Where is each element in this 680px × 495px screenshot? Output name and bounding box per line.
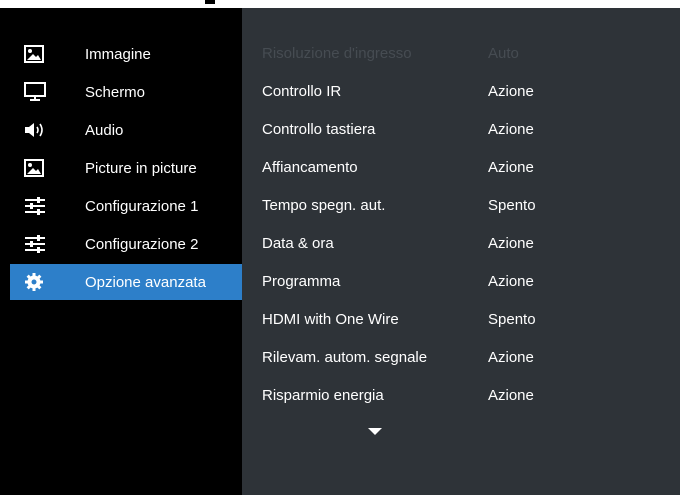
- picture-icon: [24, 45, 54, 63]
- gear-icon: [24, 272, 54, 292]
- setting-label: Affiancamento: [262, 158, 358, 176]
- sidebar-item-opzione-avanzata[interactable]: Opzione avanzata: [10, 264, 242, 300]
- setting-label: Programma: [262, 272, 341, 290]
- setting-row-risoluzione-ingresso: Risoluzione d'ingresso Auto: [262, 38, 672, 68]
- setting-row-controllo-ir[interactable]: Controllo IR Azione: [262, 76, 672, 106]
- sidebar-item-label: Schermo: [85, 83, 146, 101]
- chevron-down-icon[interactable]: [368, 428, 382, 435]
- setting-value: Azione: [488, 272, 534, 290]
- setting-value: Azione: [488, 348, 534, 366]
- setting-row-risparmio-energia[interactable]: Risparmio energia Azione: [262, 380, 672, 410]
- setting-label: Data & ora: [262, 234, 334, 252]
- setting-row-controllo-tastiera[interactable]: Controllo tastiera Azione: [262, 114, 672, 144]
- sidebar-item-label: Opzione avanzata: [85, 273, 206, 291]
- sidebar-item-picture-in-picture[interactable]: Picture in picture: [10, 150, 242, 186]
- setting-value: Azione: [488, 386, 534, 404]
- monitor-icon: [24, 82, 54, 102]
- sidebar-item-audio[interactable]: Audio: [10, 112, 242, 148]
- sidebar-item-configurazione-1[interactable]: Configurazione 1: [10, 188, 242, 224]
- setting-value: Azione: [488, 234, 534, 252]
- setting-row-hdmi-one-wire[interactable]: HDMI with One Wire Spento: [262, 304, 672, 334]
- settings-panel: Risoluzione d'ingresso Auto Controllo IR…: [242, 8, 680, 495]
- setting-row-tempo-spegn-aut[interactable]: Tempo spegn. aut. Spento: [262, 190, 672, 220]
- sidebar-item-configurazione-2[interactable]: Configurazione 2: [10, 226, 242, 262]
- sliders-icon: [24, 235, 54, 253]
- osd-menu: Immagine Schermo Audio Picture in pictur…: [0, 8, 680, 495]
- setting-value: Azione: [488, 82, 534, 100]
- setting-label: Rilevam. autom. segnale: [262, 348, 428, 366]
- setting-value: Azione: [488, 158, 534, 176]
- sidebar-item-immagine[interactable]: Immagine: [10, 36, 242, 72]
- category-sidebar: Immagine Schermo Audio Picture in pictur…: [0, 8, 242, 495]
- sidebar-item-label: Configurazione 2: [85, 235, 199, 253]
- title-fragment: [205, 0, 215, 4]
- sidebar-item-label: Immagine: [85, 45, 151, 63]
- setting-label: Tempo spegn. aut.: [262, 196, 386, 214]
- sidebar-item-schermo[interactable]: Schermo: [10, 74, 242, 110]
- setting-row-rilevam-autom-segnale[interactable]: Rilevam. autom. segnale Azione: [262, 342, 672, 372]
- setting-value: Azione: [488, 120, 534, 138]
- setting-label: Risoluzione d'ingresso: [262, 44, 412, 62]
- picture-icon: [24, 159, 54, 177]
- setting-value: Spento: [488, 196, 536, 214]
- setting-row-affiancamento[interactable]: Affiancamento Azione: [262, 152, 672, 182]
- setting-row-data-ora[interactable]: Data & ora Azione: [262, 228, 672, 258]
- sidebar-item-label: Picture in picture: [85, 159, 197, 177]
- setting-value: Auto: [488, 44, 519, 62]
- speaker-icon: [24, 121, 54, 139]
- setting-row-programma[interactable]: Programma Azione: [262, 266, 672, 296]
- setting-label: HDMI with One Wire: [262, 310, 399, 328]
- setting-value: Spento: [488, 310, 536, 328]
- setting-label: Controllo tastiera: [262, 120, 376, 138]
- sidebar-item-label: Configurazione 1: [85, 197, 199, 215]
- setting-label: Controllo IR: [262, 82, 342, 100]
- sidebar-item-label: Audio: [85, 121, 124, 139]
- setting-label: Risparmio energia: [262, 386, 384, 404]
- sliders-icon: [24, 197, 54, 215]
